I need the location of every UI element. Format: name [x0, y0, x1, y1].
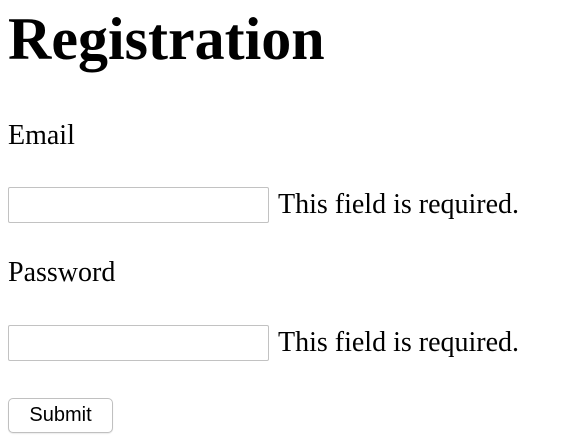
- password-label: Password: [8, 257, 116, 288]
- password-input[interactable]: [8, 325, 269, 361]
- email-input[interactable]: [8, 187, 269, 223]
- password-field-row: This field is required.: [8, 324, 519, 362]
- password-error-message: This field is required.: [278, 327, 520, 358]
- email-label: Email: [8, 120, 75, 151]
- submit-button[interactable]: Submit: [8, 398, 113, 433]
- email-error-message: This field is required.: [278, 189, 520, 220]
- email-field-row: This field is required.: [8, 186, 519, 224]
- page-title: Registration: [8, 6, 325, 72]
